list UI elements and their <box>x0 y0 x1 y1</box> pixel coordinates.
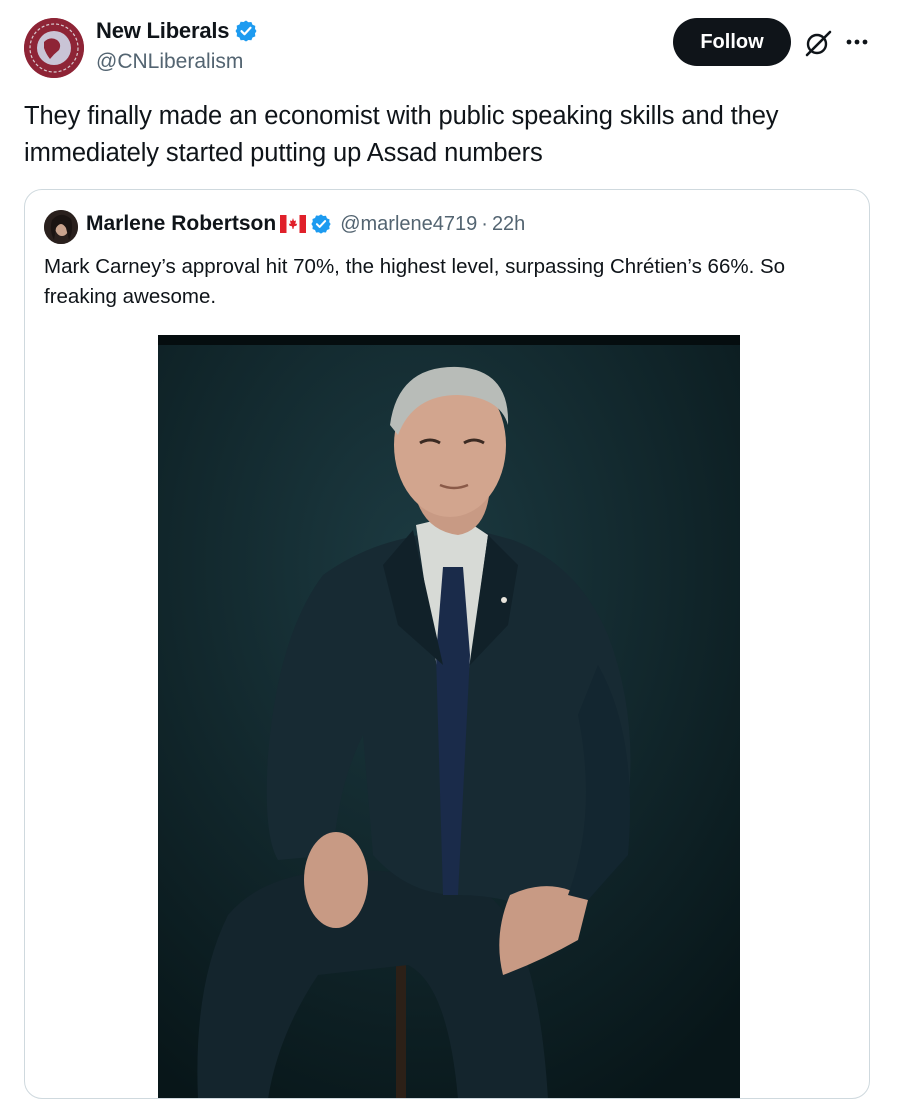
follow-button[interactable]: Follow <box>673 18 791 66</box>
quote-separator: · <box>481 212 488 235</box>
canada-flag-icon <box>280 215 307 233</box>
author-avatar[interactable] <box>24 18 84 78</box>
quote-verified-badge-icon <box>310 213 332 235</box>
new-liberals-logo <box>24 18 84 78</box>
quote-timestamp[interactable]: 22h <box>492 213 525 236</box>
quote-header: Marlene Robertson @marlene4719 · 22h <box>86 212 525 236</box>
author-name-row: New Liberals <box>96 18 258 44</box>
author-display-name[interactable]: New Liberals <box>96 18 230 44</box>
quote-text: Mark Carney’s approval hit 70%, the high… <box>44 255 786 308</box>
quote-author-avatar[interactable] <box>44 210 78 244</box>
post-text: They finally made an economist with publ… <box>24 102 779 167</box>
quote-photo[interactable] <box>158 335 740 1098</box>
quote-display-name[interactable]: Marlene Robertson <box>86 212 276 236</box>
grok-icon[interactable] <box>803 28 833 58</box>
author-handle[interactable]: @CNLiberalism <box>96 50 243 74</box>
quote-handle[interactable]: @marlene4719 <box>340 213 477 236</box>
more-options-icon[interactable] <box>844 30 870 54</box>
quoted-post-card[interactable]: Marlene Robertson @marlene4719 · 22h Mar… <box>24 189 870 1099</box>
verified-badge-icon <box>234 19 258 43</box>
